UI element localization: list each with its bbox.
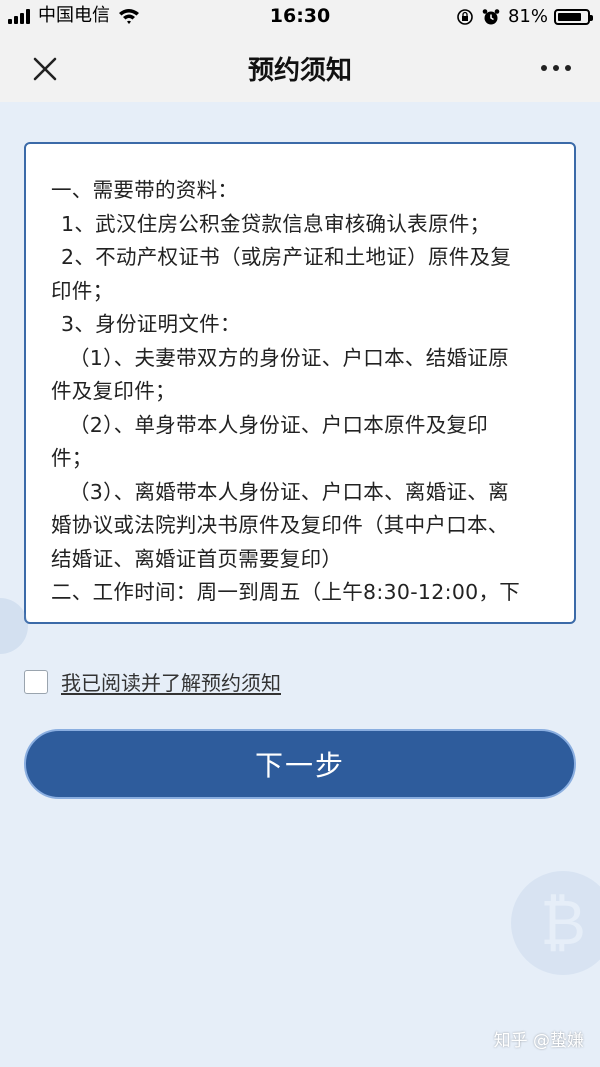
notice-line: 印件； [51,278,114,303]
notice-line: 结婚证、离婚证首页需要复印） [51,546,343,571]
orientation-lock-icon [457,8,473,25]
more-icon[interactable] [540,62,572,74]
status-right: 81% [456,6,593,27]
agree-label-link[interactable]: 我已阅读并了解预约须知 [61,667,281,696]
zhihu-watermark: 知乎 @蛰嫌 [493,1031,584,1051]
notice-line: 2、不动产权证书（或房产证和土地证）原件及复 [61,245,512,269]
notice-line: 件； [51,446,93,470]
notice-line: 二、工作时间：周一到周五（上午8:30-12:00，下 [51,580,521,604]
bitcoin-watermark-icon: ₿ [511,871,600,975]
agree-row[interactable]: 我已阅读并了解预约须知 [24,667,281,696]
next-step-button[interactable]: 下一步 [24,729,576,799]
battery-icon [554,8,593,25]
notice-line: 1、武汉住房公积金贷款信息审核确认表原件； [61,211,491,236]
battery-percent: 81% [507,6,548,27]
agree-checkbox[interactable] [24,669,48,694]
notice-line: 婚协议或法院判决书原件及复印件（其中户口本、 [51,513,509,537]
bitcoin-watermark-icon [0,598,28,654]
notice-line: 件及复印件； [51,379,176,403]
svg-text:₿: ₿ [540,886,586,959]
notice-line: （3）、离婚带本人身份证、户口本、离婚证、离 [69,479,509,504]
alarm-icon [482,8,500,24]
notice-content-box[interactable]: 一、需要带的资料： 1、武汉住房公积金贷款信息审核确认表原件； 2、不动产权证书… [24,142,576,624]
page-title: 预约须知 [247,56,352,86]
status-bar: 中国电信 16:30 81% [0,0,600,34]
nav-bar: 预约须知 [0,34,600,102]
notice-line: （2）、单身带本人身份证、户口本原件及复印 [69,412,489,437]
battery-fill [558,12,581,21]
notice-line: 一、需要带的资料： [51,178,239,202]
notice-line: 3、身份证明文件： [61,312,241,336]
notice-line: （1）、夫妻带双方的身份证、户口本、结婚证原 [69,345,509,370]
